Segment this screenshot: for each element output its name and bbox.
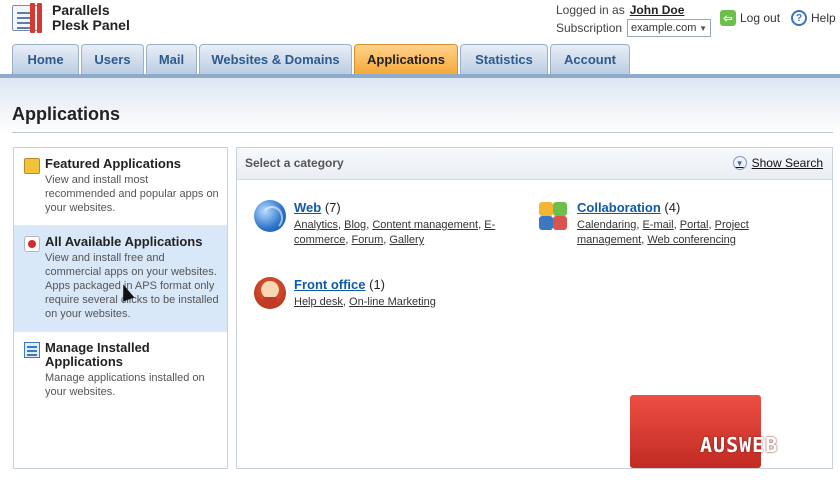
nav-item-manage-installed-applications[interactable]: Manage Installed Applications Manage app…: [14, 332, 227, 409]
tab-mail[interactable]: Mail: [146, 44, 197, 74]
select-category-label: Select a category: [245, 156, 344, 170]
nav-item-title: Featured Applications: [45, 156, 182, 171]
nav-item-featured-applications[interactable]: Featured Applications View and install m…: [14, 148, 227, 226]
subcategory-link[interactable]: Blog: [344, 219, 366, 231]
subcategory-link[interactable]: E-mail: [642, 219, 673, 231]
login-info: Logged in as John Doe Subscription examp…: [556, 1, 712, 37]
brand-name-line2: Plesk Panel: [52, 17, 130, 33]
chevron-down-icon: ▼: [732, 156, 747, 170]
logout-label: Log out: [740, 11, 781, 25]
tab-applications[interactable]: Applications: [354, 44, 458, 74]
category-collaboration-link[interactable]: Collaboration: [577, 200, 661, 215]
tab-users[interactable]: Users: [81, 44, 144, 74]
parallels-logo-icon: [12, 3, 44, 33]
category-web-link[interactable]: Web: [294, 200, 321, 215]
help-icon: ?: [791, 10, 807, 26]
support-operator-icon: [254, 277, 286, 309]
category-web: Web (7) Analytics, Blog, Content managem…: [254, 200, 499, 248]
category-collaboration: Collaboration (4) Calendaring, E-mail, P…: [539, 200, 777, 248]
logout-icon: ⇦: [720, 10, 736, 26]
subcategory-link[interactable]: Portal: [680, 219, 709, 231]
category-front-office-link[interactable]: Front office: [294, 277, 366, 292]
installed-list-icon: [24, 342, 40, 358]
subscription-value: example.com: [631, 22, 697, 34]
category-web-subcategories: Analytics, Blog, Content management, E-c…: [294, 219, 496, 246]
ausweb-watermark: [630, 395, 761, 468]
puzzle-icon: [537, 200, 569, 232]
tab-statistics[interactable]: Statistics: [460, 44, 548, 74]
category-count: (4): [664, 200, 681, 215]
nav-item-description: View and install most recommended and po…: [45, 174, 219, 214]
category-front-office: Front office (1) Help desk, On-line Mark…: [254, 277, 514, 310]
nav-item-title: Manage Installed Applications: [45, 340, 150, 369]
category-count: (7): [324, 200, 341, 215]
globe-icon: [254, 200, 286, 232]
subscription-label: Subscription: [556, 21, 623, 35]
category-header: Select a category ▼ Show Search: [237, 148, 832, 180]
subcategory-link[interactable]: Content management: [372, 219, 478, 231]
category-front-office-subcategories: Help desk, On-line Marketing: [294, 296, 436, 308]
subcategory-link[interactable]: Web conferencing: [647, 234, 735, 246]
title-background: [0, 78, 840, 134]
nav-item-description: View and install free and commercial app…: [45, 252, 219, 320]
nav-item-title: All Available Applications: [45, 234, 203, 249]
tab-account[interactable]: Account: [550, 44, 630, 74]
subcategory-link[interactable]: On-line Marketing: [349, 296, 436, 308]
subcategory-link[interactable]: Forum: [351, 234, 383, 246]
subcategory-link[interactable]: Calendaring: [577, 219, 636, 231]
brand-logo-area[interactable]: Parallels Plesk Panel: [12, 3, 130, 33]
chevron-down-icon: ▼: [699, 23, 708, 33]
category-count: (1): [369, 277, 386, 292]
show-search-label: Show Search: [751, 156, 823, 170]
brand-name-line1: Parallels: [52, 2, 110, 18]
show-search-link[interactable]: ▼ Show Search: [732, 156, 823, 170]
subcategory-link[interactable]: Help desk: [294, 296, 343, 308]
current-user-link[interactable]: John Doe: [630, 3, 685, 17]
nav-item-all-available-applications[interactable]: All Available Applications View and inst…: [14, 226, 227, 332]
nav-item-description: Manage applications installed on your we…: [45, 372, 205, 398]
tab-websites-domains[interactable]: Websites & Domains: [199, 44, 352, 74]
category-collaboration-subcategories: Calendaring, E-mail, Portal, Project man…: [577, 219, 749, 246]
title-divider: [12, 132, 833, 133]
main-tabs: Home Users Mail Websites & Domains Appli…: [12, 44, 632, 74]
subscription-select[interactable]: example.com ▼: [627, 19, 712, 37]
logged-in-label: Logged in as: [556, 3, 625, 17]
aps-package-icon: [24, 236, 40, 252]
logout-link[interactable]: ⇦ Log out: [720, 10, 780, 26]
help-link[interactable]: ? Help: [791, 10, 836, 26]
ausweb-watermark-text: AUSWEB: [700, 433, 779, 457]
tab-home[interactable]: Home: [12, 44, 79, 74]
subcategory-link[interactable]: Analytics: [294, 219, 338, 231]
subcategory-link[interactable]: Gallery: [389, 234, 424, 246]
featured-box-icon: [24, 158, 40, 174]
page-title: Applications: [12, 104, 121, 124]
applications-nav: Featured Applications View and install m…: [13, 147, 228, 469]
help-label: Help: [811, 11, 836, 25]
